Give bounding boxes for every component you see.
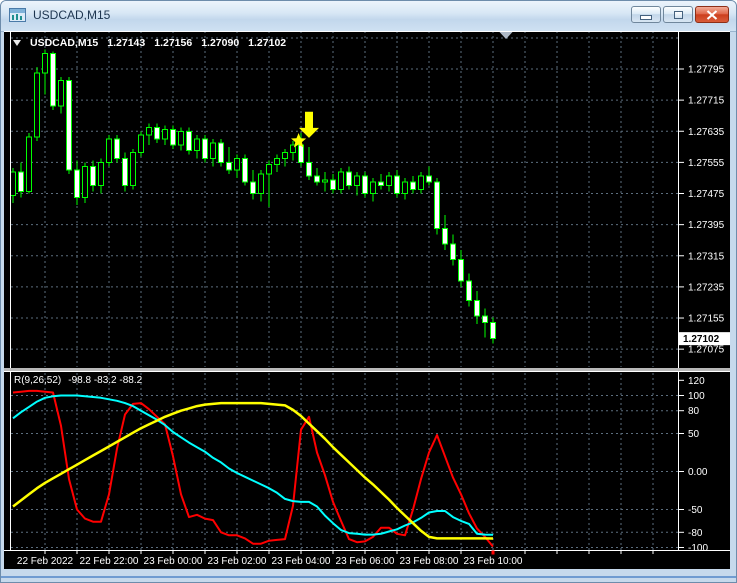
svg-text:23 Feb 04:00: 23 Feb 04:00: [272, 556, 331, 567]
window-title: USDCAD,M15: [33, 8, 111, 22]
svg-text:1.27155: 1.27155: [688, 314, 725, 325]
chart-canvas[interactable]: 1.27795 1.27715 1.27635 1.27555 1.27475 1.273…: [4, 31, 730, 569]
svg-text:1.27475: 1.27475: [688, 189, 725, 200]
svg-text:23 Feb 06:00: 23 Feb 06:00: [336, 556, 395, 567]
chevron-down-icon: [13, 40, 21, 46]
svg-text:23 Feb 00:00: 23 Feb 00:00: [144, 556, 203, 567]
mt4-chart-window: USDCAD,M15 1.27795 1.27715 1.27635 1.27555 1…: [0, 0, 737, 583]
header-low: 1.27090: [201, 37, 240, 49]
oscillator-line-cyan: [12, 394, 494, 536]
svg-text:120: 120: [688, 376, 705, 387]
chart-ohlc-header[interactable]: USDCAD,M15 1.27143 1.27156 1.27090 1.271…: [13, 37, 286, 49]
svg-text:1.27075: 1.27075: [688, 345, 725, 356]
window-controls: [631, 6, 729, 23]
chart-client-area[interactable]: 1.27795 1.27715 1.27635 1.27555 1.27475 1.273…: [4, 31, 730, 569]
svg-text:100: 100: [688, 391, 705, 402]
svg-text:23 Feb 08:00: 23 Feb 08:00: [400, 556, 459, 567]
sell-arrow-down-icon: [299, 111, 319, 138]
header-open: 1.27143: [107, 37, 146, 49]
svg-text:80: 80: [688, 406, 700, 417]
title-bar[interactable]: USDCAD,M15: [1, 1, 736, 32]
current-price-tag: 1.27102: [683, 334, 720, 345]
svg-text:22 Feb 22:00: 22 Feb 22:00: [80, 556, 139, 567]
svg-text:1.27235: 1.27235: [688, 282, 725, 293]
header-close: 1.27102: [248, 37, 287, 49]
indicator-name: R(9,26,52): [14, 375, 62, 386]
candles-layer: [10, 49, 496, 344]
svg-text:1.27315: 1.27315: [688, 251, 725, 262]
svg-text:50: 50: [688, 429, 700, 440]
indicator-values: -98.8 -83.2 -88.2: [68, 375, 143, 386]
svg-text:1.27395: 1.27395: [688, 220, 725, 231]
svg-text:-50: -50: [688, 505, 703, 516]
window-bottom-edge: [1, 576, 736, 578]
indicator-label: R(9,26,52) -98.8 -83.2 -88.2: [14, 375, 142, 386]
svg-text:1.27795: 1.27795: [688, 65, 725, 76]
minimize-button[interactable]: [631, 6, 661, 23]
header-symbol: USDCAD,M15: [30, 37, 99, 49]
header-high: 1.27156: [154, 37, 193, 49]
svg-text:-100: -100: [688, 543, 708, 554]
minimize-icon: [640, 14, 652, 20]
svg-text:23 Feb 10:00: 23 Feb 10:00: [464, 556, 523, 567]
chart-window-icon: [9, 8, 26, 23]
restore-icon: [673, 10, 683, 19]
close-button[interactable]: [695, 6, 729, 23]
restore-button[interactable]: [663, 6, 693, 23]
svg-text:1.27715: 1.27715: [688, 96, 725, 107]
svg-text:0.00: 0.00: [688, 467, 708, 478]
svg-text:23 Feb 02:00: 23 Feb 02:00: [208, 556, 267, 567]
svg-text:1.27635: 1.27635: [688, 127, 725, 138]
oscillator-line-red: [12, 389, 494, 548]
svg-text:1.27555: 1.27555: [688, 158, 725, 169]
svg-text:22 Feb 2022: 22 Feb 2022: [17, 556, 74, 567]
svg-text:-80: -80: [688, 528, 703, 539]
close-icon: [706, 9, 718, 20]
